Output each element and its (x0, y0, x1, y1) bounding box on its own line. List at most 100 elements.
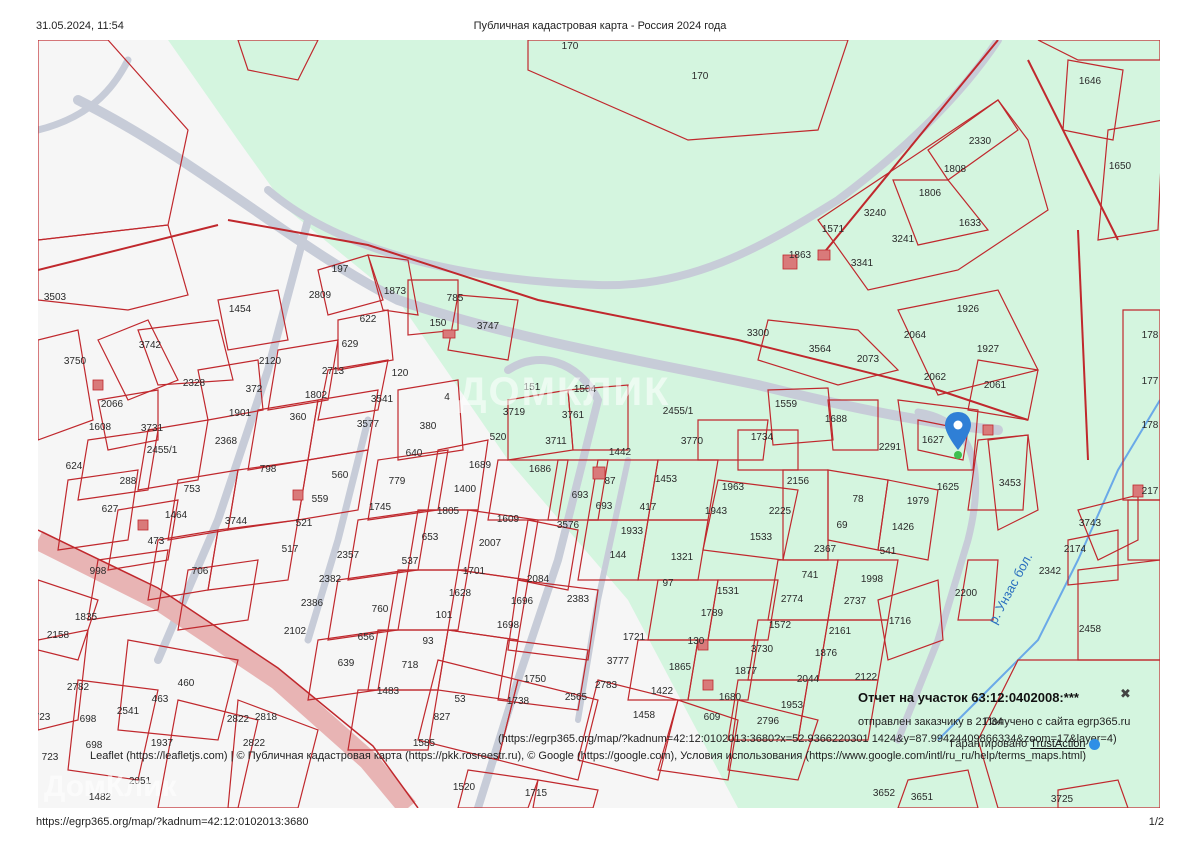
parcel-number: 2330 (969, 136, 992, 147)
parcel-number: 3777 (607, 656, 630, 667)
parcel-number: 1873 (384, 286, 407, 297)
parcel-number: 3742 (139, 340, 162, 351)
parcel-outline (437, 629, 519, 701)
parcel-number: 2367 (814, 544, 837, 555)
parcel-number: 560 (332, 470, 349, 481)
building (442, 329, 456, 339)
parcel-number: 1789 (701, 608, 724, 619)
parcel-number: 2158 (47, 630, 70, 641)
parcel-number: 101 (436, 610, 453, 621)
parcel-number: 69 (836, 520, 848, 531)
building (137, 519, 149, 531)
parcel-number: 2386 (301, 598, 324, 609)
parcel-number: 2774 (781, 594, 804, 605)
parcel-number: 1721 (623, 632, 646, 643)
parcel-number: 3300 (747, 328, 770, 339)
parcel-number: 639 (338, 658, 355, 669)
parcel-number: 3711 (545, 436, 567, 447)
parcel-number: 3750 (64, 356, 87, 367)
parcel-number: 1937 (151, 738, 174, 749)
map-attribution[interactable]: Leaflet (https://leafletjs.com) | © Публ… (90, 750, 1086, 762)
parcel-number: 2357 (337, 550, 360, 561)
parcel-outline (407, 509, 479, 571)
building (817, 249, 831, 261)
close-icon[interactable]: ✖ (1120, 686, 1131, 702)
parcel-number: 2084 (527, 574, 550, 585)
railway (38, 531, 416, 808)
parcel-number: 653 (422, 532, 439, 543)
parcel-number: 2818 (255, 712, 278, 723)
parcel-number: 217 (1142, 486, 1159, 497)
parcel-number: 1400 (454, 484, 477, 495)
parcel-number: 559 (312, 494, 329, 505)
parcel-number: 1464 (165, 510, 188, 521)
parcel-number: 706 (192, 566, 209, 577)
parcel-number: 1609 (497, 514, 520, 525)
parcel-number: 1715 (525, 788, 548, 799)
parcel-number: 1865 (669, 662, 692, 673)
parcel-number: 998 (90, 566, 107, 577)
building (982, 424, 994, 436)
parcel-outline (117, 639, 239, 741)
parcel-number: 1520 (453, 782, 476, 793)
parcel-number: 1876 (815, 648, 838, 659)
parcel-number: 798 (260, 464, 277, 475)
parcel-number: 2368 (215, 436, 238, 447)
parcel-number: 1998 (861, 574, 884, 585)
parcel-number: 53 (454, 694, 466, 705)
guarantee-line: Гарантировано TrustAction (950, 738, 1100, 750)
parcel-number: 693 (572, 490, 589, 501)
report-sent-time: отправлен заказчику в 21:34 (858, 716, 1004, 728)
parcel-number: 1559 (775, 399, 798, 410)
parcel-number: 640 (406, 448, 423, 459)
parcel-number: 2822 (243, 738, 266, 749)
parcel-number: 1646 (1079, 76, 1102, 87)
parcel-outline (38, 40, 189, 241)
parcel-number: 3731 (141, 423, 164, 434)
page-number: 1/2 (1148, 816, 1164, 828)
parcel-number: 2200 (955, 588, 978, 599)
parcel-number: 2161 (829, 626, 852, 637)
report-title: Отчет на участок 63:12:0402008:*** (858, 690, 1079, 705)
parcel-number: 627 (102, 504, 119, 515)
parcel-number: 1802 (305, 390, 328, 401)
parcel-number: 1633 (959, 218, 982, 229)
parcel-number: 718 (402, 660, 419, 671)
parcel-number: 609 (704, 712, 721, 723)
parcel-number: 3503 (44, 292, 67, 303)
parcel-number: 288 (120, 476, 137, 487)
parcel-number: 1585 (413, 738, 436, 749)
parcel-number: 1933 (621, 526, 644, 537)
parcel-number: 827 (434, 712, 451, 723)
parcel-number: 2809 (309, 290, 332, 301)
parcel-number: 1572 (769, 620, 792, 631)
parcel-number: 170 (692, 71, 709, 82)
cadastral-map[interactable]: 170 170 1646 2330 1808 1650 1806 1633 3240 1571 32… (38, 40, 1160, 808)
watermark-bottom: ДомКлик (44, 770, 177, 803)
guarantee-prefix: Гарантировано (950, 738, 1028, 750)
parcel-number: 1696 (511, 596, 534, 607)
trustaction-link[interactable]: TrustAction (1030, 738, 1085, 750)
parcel-number: 1750 (524, 674, 547, 685)
parcel-number: 150 (430, 318, 447, 329)
parcel-outline (38, 329, 94, 441)
parcel-number: 177 (1142, 376, 1159, 387)
parcel-number: 2102 (284, 626, 307, 637)
parcel-number: 1531 (717, 586, 740, 597)
parcel-number: 1453 (655, 474, 678, 485)
parcel-number: 2120 (259, 356, 282, 367)
parcel-number: 3241 (892, 234, 915, 245)
parcel-number: 2066 (101, 399, 124, 410)
parcel-number: 1533 (750, 532, 773, 543)
parcel-number: 3240 (864, 208, 887, 219)
boundary-left-road (38, 224, 219, 271)
parcel-number: 2174 (1064, 544, 1087, 555)
parcel-number: 1321 (671, 552, 694, 563)
footer-url: https://egrp365.org/map/?kadnum=42:12:01… (36, 816, 309, 828)
parcel-number: 2007 (479, 538, 502, 549)
parcel-number: 1926 (957, 304, 980, 315)
parcel-number: 1483 (377, 686, 400, 697)
parcel-number: 1625 (937, 482, 960, 493)
parcel-number: 87 (604, 476, 616, 487)
parcel-number: 1688 (825, 414, 848, 425)
